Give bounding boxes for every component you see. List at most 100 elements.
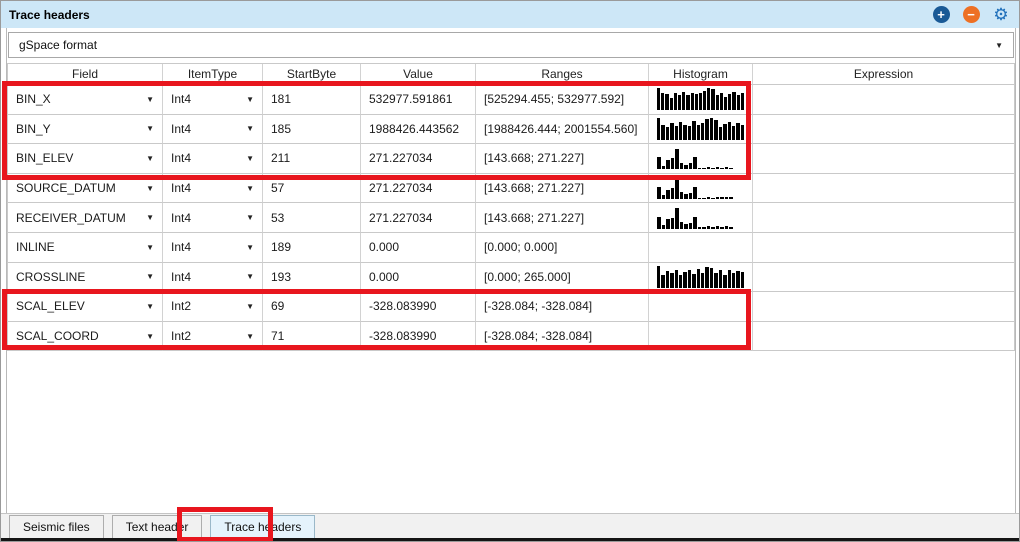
histogram-bar [670,272,674,288]
chevron-down-icon: ▼ [146,213,154,223]
expression-field[interactable] [753,292,1014,322]
itemtype-select[interactable]: Int4 ▼ [163,232,263,263]
expression-field[interactable] [753,144,1014,174]
field-value: SOURCE_DATUM [16,181,116,196]
histogram-bar [666,160,670,170]
histogram-bar [670,217,674,229]
histogram-bar [740,93,744,111]
field-select[interactable]: BIN_X ▼ [8,85,163,115]
column-header-startbyte[interactable]: StartByte [263,64,361,85]
expression-field[interactable] [753,174,1014,204]
startbyte-field[interactable]: 193 [263,262,361,293]
histogram-bar [696,124,701,140]
expression-field[interactable] [753,115,1014,145]
histogram-bar [688,163,692,170]
itemtype-value: Int4 [171,151,192,166]
chevron-down-icon: ▼ [146,153,154,163]
expression-field[interactable] [753,203,1014,233]
field-select[interactable]: SOURCE_DATUM ▼ [8,173,163,204]
histogram-bar [670,122,674,140]
expression-field[interactable] [753,85,1014,115]
chevron-down-icon: ▼ [246,124,254,134]
expression-field[interactable] [753,322,1014,352]
itemtype-select[interactable]: Int2 ▼ [163,292,263,322]
histogram-bar [670,158,674,170]
itemtype-select[interactable]: Int4 ▼ [163,144,263,174]
chevron-down-icon: ▼ [995,40,1003,50]
remove-header-button[interactable]: − [961,5,981,25]
tab-text-header[interactable]: Text header [111,515,203,539]
format-selector[interactable]: gSpace format ▼ [8,32,1014,58]
value-field: 0.000 [361,232,476,263]
itemtype-select[interactable]: Int4 ▼ [163,114,263,145]
histogram-bar [677,94,682,111]
startbyte-field[interactable]: 181 [263,85,361,115]
field-select[interactable]: SCAL_ELEV ▼ [8,292,163,322]
histogram-bar [657,216,661,229]
histogram-bar [675,178,679,200]
itemtype-select[interactable]: Int4 ▼ [163,203,263,233]
histogram-bar [661,165,665,170]
histogram-cell [649,144,753,174]
histogram-bar [683,272,687,288]
settings-button[interactable]: ⚙ [991,5,1011,25]
histogram-bar [702,227,706,229]
tab-seismic-files[interactable]: Seismic files [9,515,104,539]
chevron-down-icon: ▼ [146,183,154,193]
startbyte-field[interactable]: 189 [263,232,361,263]
histogram-bar [731,125,736,140]
histogram-bar [694,94,698,111]
column-header-histogram[interactable]: Histogram [649,64,753,85]
field-value: SCAL_ELEV [16,299,85,314]
field-select[interactable]: BIN_Y ▼ [8,114,163,145]
startbyte-field[interactable]: 185 [263,114,361,145]
field-select[interactable]: RECEIVER_DATUM ▼ [8,203,163,233]
chevron-down-icon: ▼ [246,301,254,311]
panel-titlebar: Trace headers + − ⚙ [1,1,1019,28]
histogram-bar [729,167,733,170]
startbyte-field[interactable]: 53 [263,203,361,233]
startbyte-field[interactable]: 211 [263,144,361,174]
histogram-bar [705,266,709,288]
itemtype-select[interactable]: Int4 ▼ [163,262,263,293]
field-select[interactable]: INLINE ▼ [8,232,163,263]
table-body: BIN_X ▼ Int4 ▼ 181 532977.591861 [525294.455; … [8,85,1014,352]
histogram-bar [714,273,718,288]
histogram-bar [693,186,697,200]
ranges-field: [0.000; 0.000] [476,232,649,263]
histogram-bar [674,125,679,140]
itemtype-select[interactable]: Int4 ▼ [163,173,263,204]
histogram-bar [711,197,715,200]
startbyte-field[interactable]: 69 [263,292,361,322]
tab-trace-headers[interactable]: Trace headers [210,515,316,539]
histogram-bar [661,195,665,200]
histogram-bar [718,126,723,140]
expression-field[interactable] [753,233,1014,263]
histogram-bar [690,93,694,111]
histogram-cell [649,232,753,263]
itemtype-select[interactable]: Int2 ▼ [163,321,263,352]
startbyte-field[interactable]: 71 [263,321,361,352]
field-select[interactable]: CROSSLINE ▼ [8,262,163,293]
field-select[interactable]: SCAL_COORD ▼ [8,321,163,352]
column-header-field[interactable]: Field [8,64,163,85]
field-select[interactable]: BIN_ELEV ▼ [8,144,163,174]
column-header-ranges[interactable]: Ranges [476,64,649,85]
ranges-field: [-328.084; -328.084] [476,292,649,322]
histogram-bar [679,222,683,229]
itemtype-select[interactable]: Int4 ▼ [163,85,263,115]
value-field: 532977.591861 [361,85,476,115]
chevron-down-icon: ▼ [246,94,254,104]
field-value: BIN_ELEV [16,151,74,166]
column-header-expression[interactable]: Expression [753,64,1014,85]
expression-field[interactable] [753,263,1014,293]
ranges-field: [1988426.444; 2001554.560] [476,114,649,145]
startbyte-field[interactable]: 57 [263,173,361,204]
histogram-bar [703,90,707,111]
histogram-bar [692,274,696,288]
table-row-inline: INLINE ▼ Int4 ▼ 189 0.000 [0.000; 0.000] [8,232,1014,263]
add-header-button[interactable]: + [931,5,951,25]
column-header-value[interactable]: Value [361,64,476,85]
histogram-bar [740,272,745,288]
column-header-itemtype[interactable]: ItemType [163,64,263,85]
